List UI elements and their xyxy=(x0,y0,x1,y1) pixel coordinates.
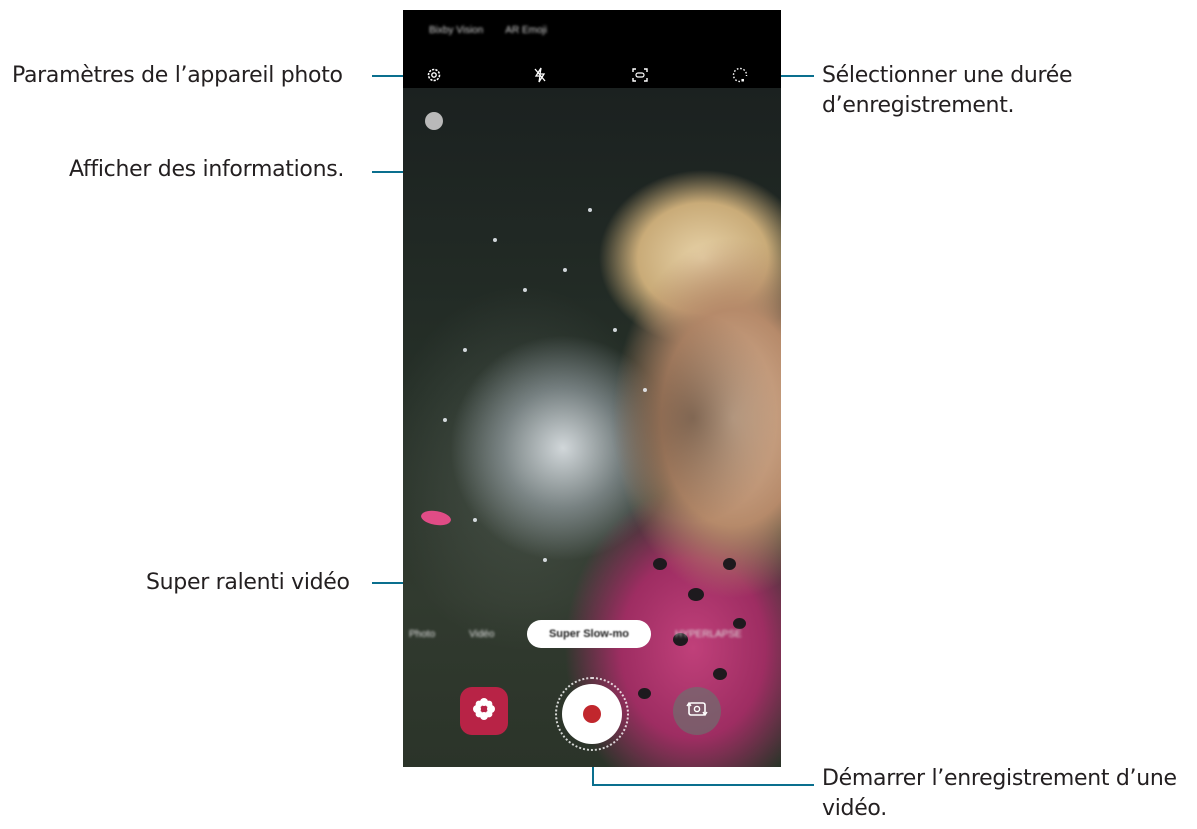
tab-bixby-vision[interactable]: Bixby Vision xyxy=(429,25,483,36)
switch-camera-button[interactable] xyxy=(673,687,721,735)
callout-select-duration-line2: d’enregistrement. xyxy=(822,93,1015,118)
duration-timer-icon[interactable]: ▪ xyxy=(731,66,749,84)
svg-text:▪: ▪ xyxy=(741,78,744,84)
auto-detect-icon[interactable] xyxy=(631,66,649,84)
mode-super-slow-mo[interactable]: Super Slow-mo xyxy=(527,620,651,648)
swimsuit-spot xyxy=(688,588,704,601)
pink-flower-petal xyxy=(419,507,453,529)
mode-super-slow-mo-label: Super Slow-mo xyxy=(548,628,630,640)
mode-photo[interactable]: Photo xyxy=(409,629,435,640)
gear-icon[interactable] xyxy=(425,66,443,84)
callout-select-duration-line1: Sélectionner une durée xyxy=(822,63,1073,88)
callout-start-recording: Démarrer l’enregistrement d’une vidéo. xyxy=(822,764,1177,824)
water-droplet xyxy=(473,518,477,522)
record-icon xyxy=(583,705,601,723)
water-droplet xyxy=(493,238,497,242)
gallery-button[interactable] xyxy=(460,687,508,735)
swimsuit-spot xyxy=(713,668,727,680)
switch-camera-icon xyxy=(685,698,709,725)
callout-show-info: Afficher des informations. xyxy=(69,157,345,182)
mode-hyperlapse[interactable]: HYPERLAPSE xyxy=(675,629,742,640)
water-droplet xyxy=(443,418,447,422)
water-droplet xyxy=(563,268,567,272)
callout-camera-settings: Paramètres de l’appareil photo xyxy=(12,63,343,88)
callout-super-slow-mo: Super ralenti vidéo xyxy=(146,570,350,595)
mode-video[interactable]: Vidéo xyxy=(469,629,494,640)
viewfinder-photo xyxy=(403,88,781,767)
water-droplet xyxy=(643,388,647,392)
swimsuit-spot xyxy=(723,558,736,570)
gallery-flower-icon xyxy=(471,696,497,727)
callout-select-duration: Sélectionner une durée d’enregistrement. xyxy=(822,61,1073,121)
swimsuit-spot xyxy=(653,558,667,570)
water-droplet xyxy=(588,208,592,212)
water-droplet xyxy=(543,558,547,562)
callout-start-recording-line2: vidéo. xyxy=(822,796,887,821)
top-tabs: Bixby Vision AR Emoji xyxy=(403,10,781,50)
camera-top-bar: ▪ xyxy=(403,58,781,92)
callout-start-recording-line1: Démarrer l’enregistrement d’une xyxy=(822,766,1177,791)
swimsuit-spot xyxy=(638,688,651,699)
record-button[interactable] xyxy=(562,684,622,744)
water-droplet xyxy=(523,288,527,292)
flash-off-icon[interactable] xyxy=(531,66,549,84)
info-button[interactable] xyxy=(425,112,443,130)
leader-start-recording-h xyxy=(592,784,814,786)
water-droplet xyxy=(463,348,467,352)
camera-screen: Bixby Vision AR Emoji ▪ Photo Vidéo HYPE… xyxy=(403,10,781,767)
water-droplet xyxy=(613,328,617,332)
tab-ar-emoji[interactable]: AR Emoji xyxy=(505,25,547,36)
